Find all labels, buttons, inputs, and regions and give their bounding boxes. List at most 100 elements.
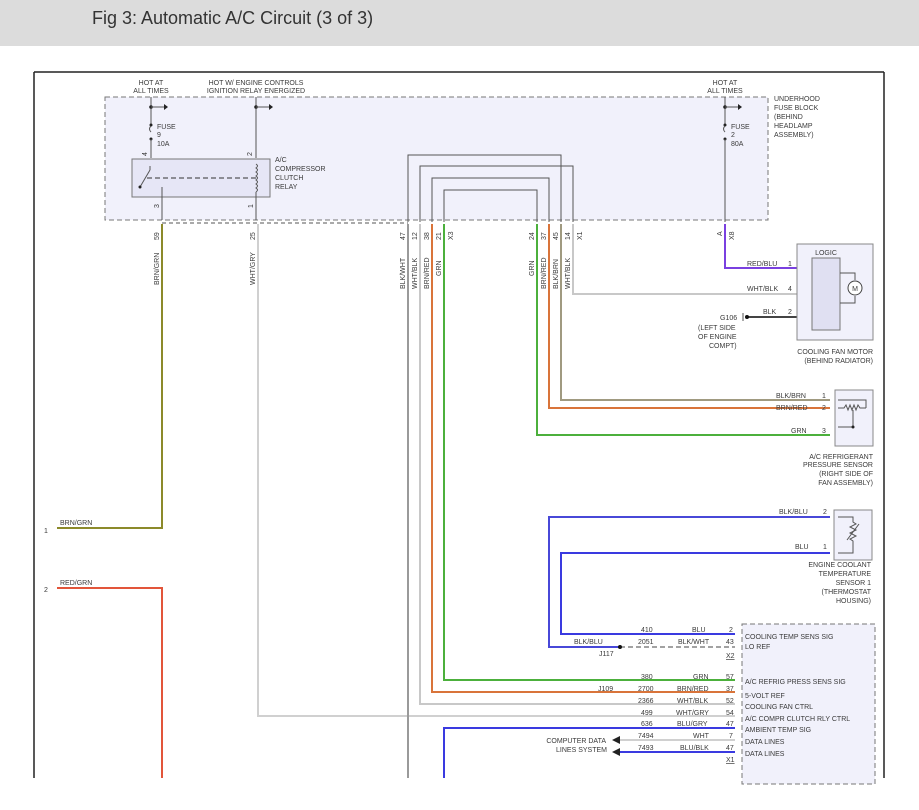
diagram-label: 410 xyxy=(641,627,653,634)
diagram-label: 47 xyxy=(726,721,734,728)
diagram-label: COMPRESSOR xyxy=(275,166,326,173)
diagram-label: 80A xyxy=(731,141,744,148)
diagram-label: X1 xyxy=(726,757,735,764)
diagram-label: BLK/BLU xyxy=(574,639,603,646)
diagram-label: 2 xyxy=(822,405,826,412)
diagram-label: BRN/RED xyxy=(424,257,431,289)
diagram-label: BRN/GRN xyxy=(154,253,161,285)
diagram-label: X2 xyxy=(726,653,735,660)
diagram-label: ENGINE COOLANT xyxy=(808,562,871,569)
diagram-label: 2700 xyxy=(638,686,654,693)
diagram-label: WHT/GRY xyxy=(676,710,709,717)
diagram-label: COOLING FAN CTRL xyxy=(745,704,813,711)
diagram-label: FUSE xyxy=(157,124,176,131)
diagram-label: WHT xyxy=(693,733,710,740)
diagram-label: RED/GRN xyxy=(60,580,92,587)
diagram-label: COMPT) xyxy=(709,343,737,350)
diagram-label: BLK xyxy=(763,309,777,316)
diagram-label: 2 xyxy=(247,152,254,156)
diagram-label: (RIGHT SIDE OF xyxy=(819,471,873,478)
diagram-label: 7494 xyxy=(638,733,654,740)
diagram-label: HOT AT xyxy=(713,80,738,87)
fuse-block-label: UNDERHOOD FUSE BLOCK (BEHIND HEADLAMP AS… xyxy=(774,96,820,139)
diagram-label: ALL TIMES xyxy=(133,88,169,95)
diagram-label: 1 xyxy=(248,204,255,208)
diagram-label: 2 xyxy=(788,309,792,316)
ground-icon xyxy=(742,313,749,321)
diagram-label: FUSE BLOCK xyxy=(774,105,819,112)
diagram-label: 2 xyxy=(731,132,735,139)
diagram-label: COMPUTER DATA xyxy=(546,738,606,745)
diagram-label: 2366 xyxy=(638,698,654,705)
diagram-label: A/C xyxy=(275,157,287,164)
diagram-label: A/C REFRIG PRESS SENS SIG xyxy=(745,679,846,686)
diagram-label: M xyxy=(852,286,858,293)
diagram-label: 380 xyxy=(641,674,653,681)
diagram-label: GRN xyxy=(529,260,536,276)
diagram-label: 38 xyxy=(424,232,431,240)
wire-blu xyxy=(560,552,830,635)
diagram-label: LOGIC xyxy=(815,250,837,257)
diagram-label: 2 xyxy=(44,587,48,594)
diagram-label: 499 xyxy=(641,710,653,717)
diagram-label: (LEFT SIDE xyxy=(698,325,736,332)
diagram-label: RELAY xyxy=(275,184,298,191)
diagram-label: 43 xyxy=(726,639,734,646)
diagram-label: GRN xyxy=(791,428,807,435)
diagram-label: LINES SYSTEM xyxy=(556,747,607,754)
diagram-label: DATA LINES xyxy=(745,751,785,758)
diagram-label: WHT/BLK xyxy=(412,258,419,289)
diagram-label: 1 xyxy=(823,544,827,551)
diagram-label: 10A xyxy=(157,141,170,148)
diagram-label: WHT/BLK xyxy=(677,698,708,705)
diagram-label: 4 xyxy=(142,152,149,156)
diagram-label: BLU xyxy=(795,544,809,551)
diagram-label: SENSOR 1 xyxy=(836,580,872,587)
diagram-label: 9 xyxy=(157,132,161,139)
diagram-label: 37 xyxy=(726,686,734,693)
diagram-label: (THERMOSTAT xyxy=(821,589,871,596)
wiring-diagram: UNDERHOOD FUSE BLOCK (BEHIND HEADLAMP AS… xyxy=(33,71,885,785)
diagram-label: LO REF xyxy=(745,644,770,651)
diagram-label: 2 xyxy=(729,627,733,634)
diagram-label: A/C REFRIGERANT xyxy=(809,454,874,461)
diagram-label: 3 xyxy=(822,428,826,435)
diagram-label: (BEHIND RADIATOR) xyxy=(804,358,873,365)
diagram-label: PRESSURE SENSOR xyxy=(803,462,873,469)
diagram-label: UNDERHOOD xyxy=(774,96,820,103)
wire-red-grn xyxy=(57,587,163,778)
ac-refrigerant-pressure-sensor: BLK/BRN 1 BRN/RED 2 GRN 3 A/C REFRIGERAN… xyxy=(776,389,874,487)
diagram-label: G106 xyxy=(720,315,737,322)
diagram-label: (BEHIND xyxy=(774,114,803,121)
wire-grn-24 xyxy=(536,224,830,436)
diagram-label: BLU xyxy=(692,627,706,634)
diagram-label: BLK/WHT xyxy=(678,639,710,646)
diagram-label: RED/BLU xyxy=(747,261,777,268)
wire-grn-21 xyxy=(443,224,735,681)
diagram-label: FUSE xyxy=(731,124,750,131)
diagram-label: 25 xyxy=(250,232,257,240)
power-source-labels: HOT AT ALL TIMES HOT W/ ENGINE CONTROLS … xyxy=(133,80,743,95)
diagram-label: COOLING FAN MOTOR xyxy=(797,349,873,356)
wire-brn-grn xyxy=(57,224,163,529)
diagram-label: HOT AT xyxy=(139,80,164,87)
diagram-label: CLUTCH xyxy=(275,175,303,182)
diagram-label: 2 xyxy=(823,509,827,516)
diagram-label: IGNITION RELAY ENERGIZED xyxy=(207,88,305,95)
diagram-label: 54 xyxy=(726,710,734,717)
wires xyxy=(57,224,830,778)
diagram-label: 47 xyxy=(726,745,734,752)
diagram-label: 45 xyxy=(553,232,560,240)
diagram-label: BRN/RED xyxy=(677,686,709,693)
diagram-label: 14 xyxy=(565,232,572,240)
diagram-label: 1 xyxy=(788,261,792,268)
diagram-label: BLK/WHT xyxy=(400,257,407,289)
wire-wht-blk-12 xyxy=(419,224,735,705)
diagram-label: BLK/BRN xyxy=(776,393,806,400)
diagram-label: TEMPERATURE xyxy=(819,571,872,578)
diagram-label: A xyxy=(717,231,724,236)
diagram-label: X1 xyxy=(577,231,584,240)
diagram-label: 47 xyxy=(400,232,407,240)
diagram-label: 7 xyxy=(729,733,733,740)
diagram-label: HOT W/ ENGINE CONTROLS xyxy=(209,80,304,87)
